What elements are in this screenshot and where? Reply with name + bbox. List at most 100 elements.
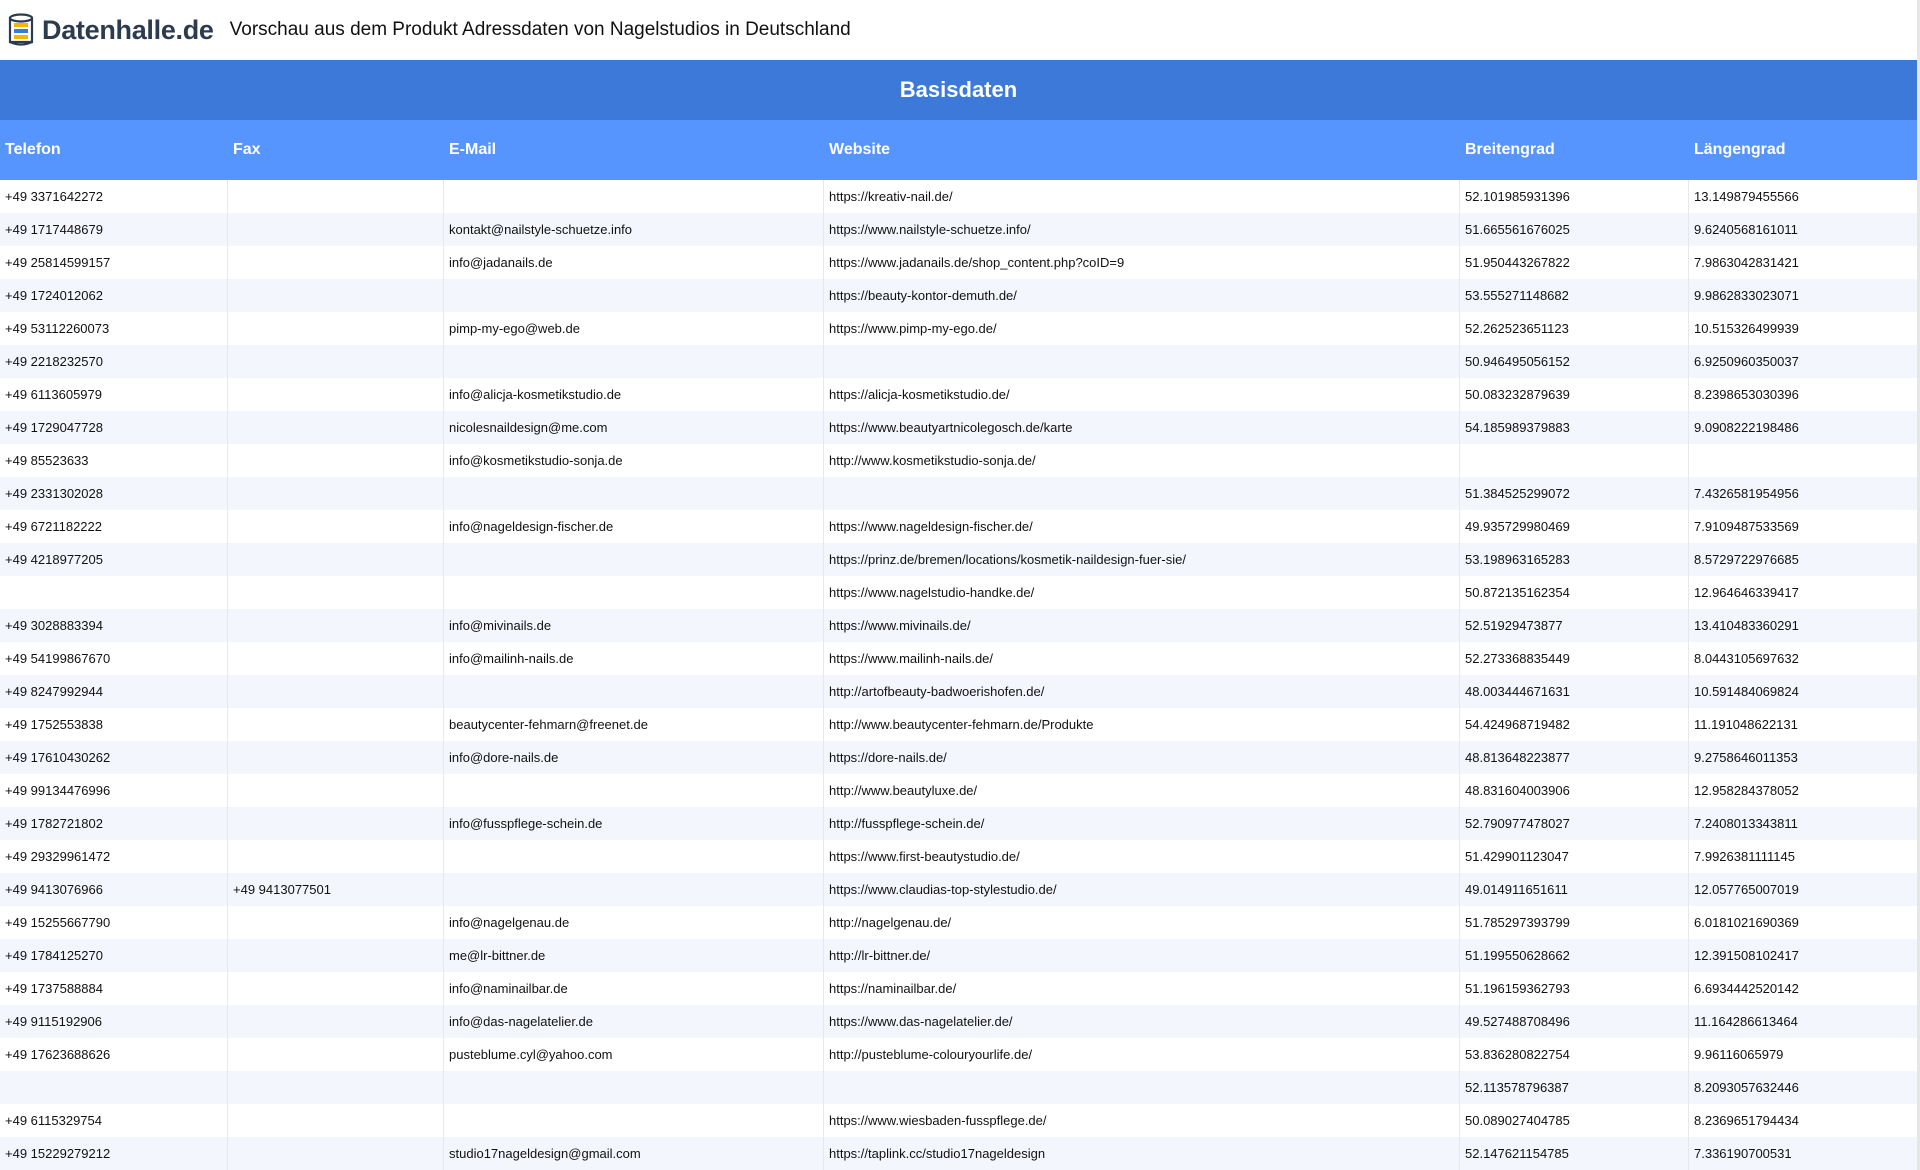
fax-cell xyxy=(228,312,444,345)
fax-cell xyxy=(228,1071,444,1104)
table-row: 52.113578796387 8.2093057632446 xyxy=(0,1071,1917,1104)
email-cell[interactable]: info@fusspflege-schein.de xyxy=(444,807,824,840)
website-cell[interactable]: http://pusteblume-colouryourlife.de/ xyxy=(824,1038,1460,1071)
fax-cell xyxy=(228,510,444,543)
laengengrad-cell: 13.410483360291 xyxy=(1694,618,1799,633)
website-cell[interactable]: http://nagelgenau.de/ xyxy=(824,906,1460,939)
email-cell[interactable] xyxy=(444,576,824,609)
top-bar: Datenhalle.de Vorschau aus dem Produkt A… xyxy=(0,0,1920,60)
website-cell[interactable]: https://prinz.de/bremen/locations/kosmet… xyxy=(824,543,1460,576)
website-cell[interactable]: http://www.beautycenter-fehmarn.de/Produ… xyxy=(824,708,1460,741)
breitengrad-cell: 50.872135162354 xyxy=(1460,576,1689,609)
email-cell[interactable]: info@nageldesign-fischer.de xyxy=(444,510,824,543)
email-cell[interactable] xyxy=(444,477,824,510)
email-cell[interactable]: kontakt@nailstyle-schuetze.info xyxy=(444,213,824,246)
email-cell[interactable]: nicolesnaildesign@me.com xyxy=(444,411,824,444)
telefon-cell xyxy=(0,576,228,609)
website-cell[interactable]: https://www.nagelstudio-handke.de/ xyxy=(824,576,1460,609)
telefon-cell: +49 29329961472 xyxy=(0,840,228,873)
email-cell[interactable] xyxy=(444,345,824,378)
email-cell[interactable]: me@lr-bittner.de xyxy=(444,939,824,972)
email-cell[interactable]: info@nagelgenau.de xyxy=(444,906,824,939)
website-cell[interactable]: https://www.pimp-my-ego.de/ xyxy=(824,312,1460,345)
website-cell[interactable] xyxy=(824,477,1460,510)
fax-cell xyxy=(228,609,444,642)
website-cell[interactable]: https://taplink.cc/studio17nageldesign xyxy=(824,1137,1460,1170)
email-cell[interactable] xyxy=(444,543,824,576)
column-header-fax: Fax xyxy=(233,141,261,158)
table-row: +49 2331302028 51.384525299072 7.432658195… xyxy=(0,477,1917,510)
table-row: +49 9115192906 info@das-nagelatelier.de ht… xyxy=(0,1005,1917,1038)
laengengrad-cell: 8.2398653030396 xyxy=(1694,387,1799,402)
breitengrad-cell: 51.196159362793 xyxy=(1460,972,1689,1005)
website-cell[interactable]: https://www.das-nagelatelier.de/ xyxy=(824,1005,1460,1038)
laengengrad-cell: 8.2093057632446 xyxy=(1694,1080,1799,1095)
website-cell[interactable]: https://www.claudias-top-stylestudio.de/ xyxy=(824,873,1460,906)
website-cell[interactable]: https://www.mailinh-nails.de/ xyxy=(824,642,1460,675)
email-cell[interactable] xyxy=(444,774,824,807)
email-cell[interactable]: info@mailinh-nails.de xyxy=(444,642,824,675)
website-cell[interactable]: https://naminailbar.de/ xyxy=(824,972,1460,1005)
email-cell[interactable] xyxy=(444,279,824,312)
breitengrad-cell: 52.262523651123 xyxy=(1460,312,1689,345)
email-cell[interactable]: studio17nageldesign@gmail.com xyxy=(444,1137,824,1170)
website-cell[interactable]: https://www.first-beautystudio.de/ xyxy=(824,840,1460,873)
website-cell[interactable]: http://fusspflege-schein.de/ xyxy=(824,807,1460,840)
telefon-cell: +49 99134476996 xyxy=(0,774,228,807)
breitengrad-cell: 53.198963165283 xyxy=(1460,543,1689,576)
website-cell[interactable]: https://alicja-kosmetikstudio.de/ xyxy=(824,378,1460,411)
telefon-cell: +49 15229279212 xyxy=(0,1137,228,1170)
logo[interactable]: Datenhalle.de xyxy=(6,12,214,48)
telefon-cell: +49 3028883394 xyxy=(0,609,228,642)
fax-cell xyxy=(228,642,444,675)
laengengrad-cell: 10.515326499939 xyxy=(1694,321,1799,336)
email-cell[interactable] xyxy=(444,873,824,906)
laengengrad-cell: 8.5729722976685 xyxy=(1694,552,1799,567)
email-cell[interactable]: info@naminailbar.de xyxy=(444,972,824,1005)
email-cell[interactable] xyxy=(444,840,824,873)
table-row: +49 15229279212 studio17nageldesign@gmail… xyxy=(0,1137,1917,1170)
email-cell[interactable]: info@kosmetikstudio-sonja.de xyxy=(444,444,824,477)
fax-cell xyxy=(228,1137,444,1170)
table-row: +49 15255667790 info@nagelgenau.de http://… xyxy=(0,906,1917,939)
email-cell[interactable]: info@das-nagelatelier.de xyxy=(444,1005,824,1038)
email-cell[interactable]: info@alicja-kosmetikstudio.de xyxy=(444,378,824,411)
laengengrad-cell: 7.4326581954956 xyxy=(1694,486,1799,501)
website-cell[interactable]: http://lr-bittner.de/ xyxy=(824,939,1460,972)
email-cell[interactable] xyxy=(444,180,824,213)
website-cell[interactable]: https://www.mivinails.de/ xyxy=(824,609,1460,642)
page-title: Vorschau aus dem Produkt Adressdaten von… xyxy=(229,19,851,40)
laengengrad-cell: 9.2758646011353 xyxy=(1694,750,1798,765)
website-cell[interactable]: https://www.nageldesign-fischer.de/ xyxy=(824,510,1460,543)
telefon-cell: +49 1752553838 xyxy=(0,708,228,741)
website-cell[interactable]: https://www.beautyartnicolegosch.de/kart… xyxy=(824,411,1460,444)
table-row: +49 1782721802 info@fusspflege-schein.de h… xyxy=(0,807,1917,840)
fax-cell xyxy=(228,279,444,312)
email-cell[interactable]: pusteblume.cyl@yahoo.com xyxy=(444,1038,824,1071)
fax-cell xyxy=(228,741,444,774)
email-cell[interactable]: pimp-my-ego@web.de xyxy=(444,312,824,345)
website-cell[interactable]: http://www.kosmetikstudio-sonja.de/ xyxy=(824,444,1460,477)
website-cell[interactable]: https://kreativ-nail.de/ xyxy=(824,180,1460,213)
email-cell[interactable]: beautycenter-fehmarn@freenet.de xyxy=(444,708,824,741)
email-cell[interactable]: info@jadanails.de xyxy=(444,246,824,279)
fax-cell xyxy=(228,477,444,510)
website-cell[interactable]: http://artofbeauty-badwoerishofen.de/ xyxy=(824,675,1460,708)
email-cell[interactable] xyxy=(444,675,824,708)
website-cell[interactable]: https://dore-nails.de/ xyxy=(824,741,1460,774)
website-cell[interactable]: https://www.jadanails.de/shop_content.ph… xyxy=(824,246,1460,279)
email-cell[interactable] xyxy=(444,1071,824,1104)
breitengrad-cell: 52.51929473877 xyxy=(1460,609,1689,642)
website-cell[interactable] xyxy=(824,345,1460,378)
email-cell[interactable]: info@mivinails.de xyxy=(444,609,824,642)
email-cell[interactable] xyxy=(444,1104,824,1137)
website-cell[interactable]: https://www.wiesbaden-fusspflege.de/ xyxy=(824,1104,1460,1137)
website-cell[interactable]: http://www.beautyluxe.de/ xyxy=(824,774,1460,807)
website-cell[interactable]: https://beauty-kontor-demuth.de/ xyxy=(824,279,1460,312)
telefon-cell: +49 25814599157 xyxy=(0,246,228,279)
email-cell[interactable]: info@dore-nails.de xyxy=(444,741,824,774)
website-cell[interactable]: https://www.nailstyle-schuetze.info/ xyxy=(824,213,1460,246)
website-cell[interactable] xyxy=(824,1071,1460,1104)
column-header-row: Telefon Fax E-Mail Website Breitengrad L… xyxy=(0,120,1917,180)
fax-cell xyxy=(228,213,444,246)
